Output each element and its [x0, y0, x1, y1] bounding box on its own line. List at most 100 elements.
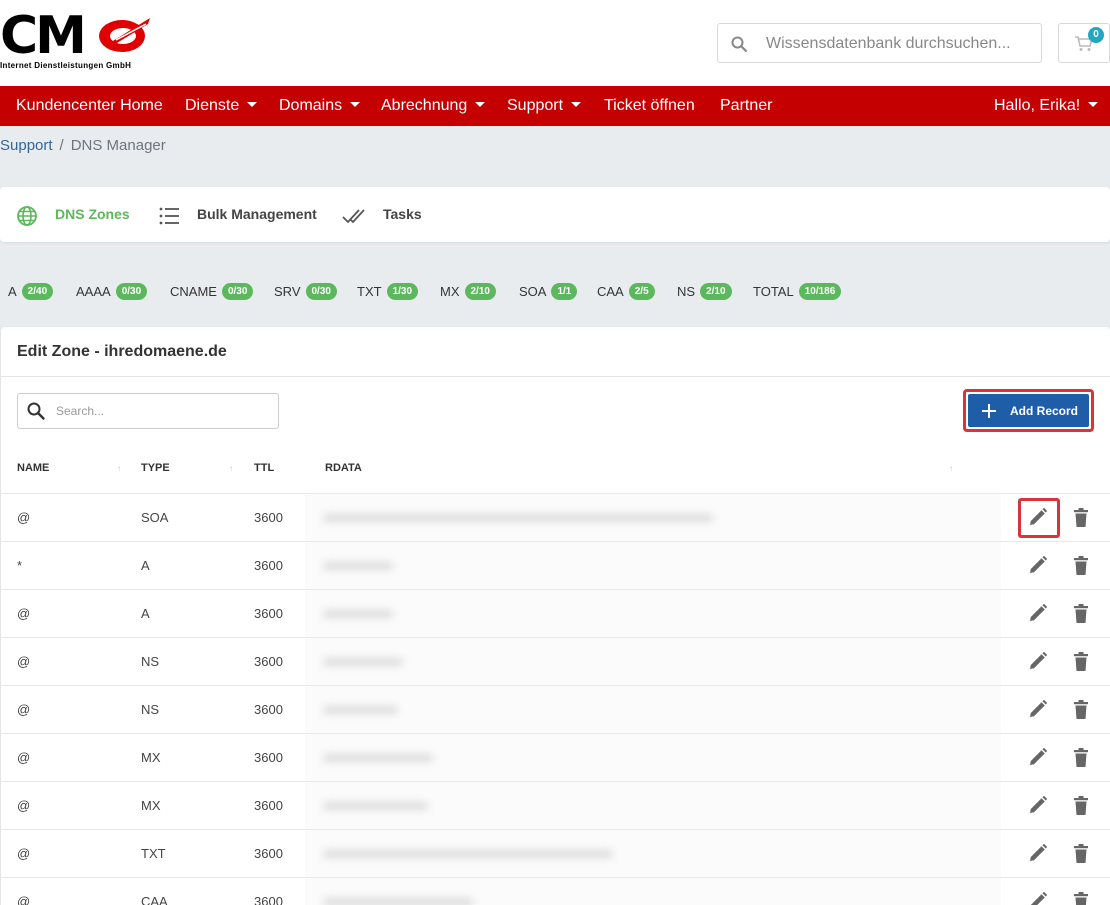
delete-record-button[interactable]: [1069, 506, 1093, 530]
record-type: CAA: [141, 894, 168, 905]
tab-label: Tasks: [383, 206, 422, 222]
trash-icon: [1074, 700, 1088, 719]
cart-button[interactable]: 0: [1058, 23, 1110, 63]
cart-count-badge: 0: [1088, 27, 1104, 43]
nav-item-label: Partner: [720, 97, 773, 114]
trash-icon: [1074, 604, 1088, 623]
nav-item-label: Abrechnung: [381, 97, 468, 114]
sort-arrow-icon[interactable]: ↑: [949, 464, 953, 473]
user-greeting: Hallo, Erika!: [994, 97, 1081, 114]
table-row: @ CAA 3600: [1, 877, 1110, 905]
edit-record-button[interactable]: [1018, 642, 1060, 682]
add-record-label: Add Record: [1010, 404, 1079, 418]
edit-record-button[interactable]: [1018, 834, 1060, 874]
table-row: @ A 3600: [1, 589, 1110, 637]
edit-record-button[interactable]: [1018, 690, 1060, 730]
record-count-badge: 0/30: [305, 283, 337, 301]
record-count-badge: 1/1: [551, 283, 578, 301]
record-type: SOA: [141, 510, 169, 525]
record-count-badge: 2/10: [700, 283, 732, 301]
edit-record-button[interactable]: [1018, 738, 1060, 778]
nav-item-support[interactable]: Support: [507, 86, 582, 126]
nav-item-ticket-oeffnen[interactable]: Ticket öffnen: [604, 86, 695, 126]
tab-label: Bulk Management: [197, 206, 317, 222]
record-name: @: [17, 846, 31, 861]
nav-item-kundencenter-home[interactable]: Kundencenter Home: [16, 86, 163, 126]
record-name: @: [17, 750, 31, 765]
breadcrumb-link-support[interactable]: Support: [0, 137, 53, 154]
tab-tasks[interactable]: Tasks: [342, 187, 427, 242]
record-type: A: [141, 558, 150, 573]
record-ttl: 3600: [254, 702, 283, 717]
nav-item-label: Dienste: [185, 97, 240, 114]
nav-item-domains[interactable]: Domains: [279, 86, 361, 126]
record-type-label: TOTAL: [753, 284, 794, 299]
column-header-rdata[interactable]: RDATA: [325, 462, 362, 474]
delete-record-button[interactable]: [1069, 746, 1093, 770]
record-ttl: 3600: [254, 606, 283, 621]
user-menu[interactable]: Hallo, Erika!: [994, 86, 1099, 126]
redacted-text-blur: [323, 706, 398, 714]
record-count-badge: 0/30: [115, 283, 148, 301]
column-header-name[interactable]: NAME: [17, 462, 49, 474]
record-type-label: CNAME: [170, 284, 217, 299]
record-ttl: 3600: [254, 510, 283, 525]
record-type-label: TXT: [357, 284, 382, 299]
caret-down-icon: [247, 101, 258, 107]
column-header-ttl[interactable]: TTL: [254, 462, 274, 474]
company-logo[interactable]: CM Internet Dienstleistungen GmbH: [0, 10, 156, 74]
record-ttl: 3600: [254, 894, 283, 905]
count-total: TOTAL 10/186: [753, 280, 842, 304]
pencil-icon: [1030, 603, 1048, 621]
delete-record-button[interactable]: [1069, 698, 1093, 722]
delete-record-button[interactable]: [1069, 554, 1093, 578]
search-icon: [27, 402, 45, 420]
redacted-text-blur: [323, 802, 428, 810]
record-count-badge: 2/40: [21, 283, 54, 301]
delete-record-button[interactable]: [1069, 650, 1093, 674]
edit-record-button[interactable]: [1018, 594, 1060, 634]
tab-dns-zones[interactable]: DNS Zones: [16, 187, 131, 242]
delete-record-button[interactable]: [1069, 842, 1093, 866]
knowledgebase-search[interactable]: [717, 23, 1042, 63]
nav-item-partner[interactable]: Partner: [720, 86, 772, 126]
edit-record-button[interactable]: [1018, 786, 1060, 826]
table-row: @ NS 3600: [1, 685, 1110, 733]
count-soa: SOA 1/1: [519, 280, 578, 304]
record-name: @: [17, 654, 31, 669]
delete-record-button[interactable]: [1069, 794, 1093, 818]
sort-arrow-icon[interactable]: ↑: [117, 464, 121, 473]
edit-record-button[interactable]: [1018, 882, 1060, 905]
trash-icon: [1074, 844, 1088, 863]
caret-down-icon: [571, 101, 582, 107]
delete-record-button[interactable]: [1069, 602, 1093, 626]
add-record-highlight: Add Record: [963, 389, 1094, 432]
breadcrumb: Support / DNS Manager: [0, 137, 166, 154]
edit-record-button[interactable]: [1018, 498, 1060, 538]
record-name: @: [17, 798, 31, 813]
delete-record-button[interactable]: [1069, 890, 1093, 905]
sort-arrow-icon[interactable]: ↑: [229, 464, 233, 473]
add-record-button[interactable]: Add Record: [968, 394, 1089, 427]
tab-bulk-management[interactable]: Bulk Management: [158, 187, 318, 242]
record-count-badge: 1/30: [386, 283, 419, 301]
record-search-input[interactable]: [56, 402, 271, 420]
record-type: A: [141, 606, 150, 621]
record-name: @: [17, 510, 31, 525]
tab-label: DNS Zones: [55, 206, 130, 222]
edit-record-button[interactable]: [1018, 546, 1060, 586]
dns-tabs: DNS Zones Bulk Management Tasks: [0, 187, 1110, 242]
column-header-type[interactable]: TYPE: [141, 462, 170, 474]
nav-item-abrechnung[interactable]: Abrechnung: [381, 86, 486, 126]
pencil-icon: [1030, 555, 1048, 573]
record-search[interactable]: [17, 393, 279, 429]
record-type: NS: [141, 702, 160, 717]
pencil-icon: [1030, 747, 1048, 765]
record-name: @: [17, 894, 31, 905]
nav-item-dienste[interactable]: Dienste: [185, 86, 258, 126]
knowledgebase-search-input[interactable]: [766, 32, 1034, 56]
count-cname: CNAME 0/30: [170, 280, 254, 304]
breadcrumb-separator: /: [59, 137, 64, 154]
trash-icon: [1074, 748, 1088, 767]
table-row: @ NS 3600: [1, 637, 1110, 685]
